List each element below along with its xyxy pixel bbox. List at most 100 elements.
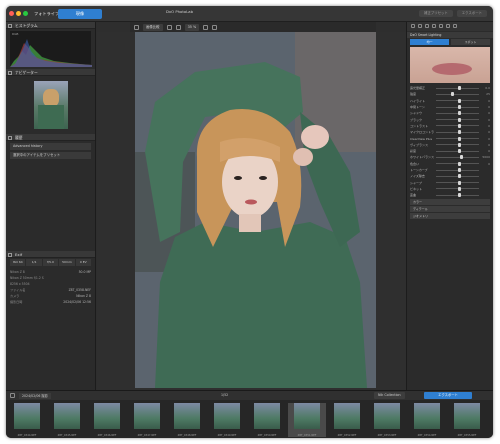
adjustment-slider[interactable] <box>436 142 479 147</box>
section-geometry[interactable]: ジオメトリ <box>410 213 490 220</box>
adjustment-slider[interactable] <box>436 186 479 191</box>
image-count: 1/52 <box>221 392 229 397</box>
history-header[interactable]: 履歴 <box>6 134 95 141</box>
folder-icon[interactable] <box>10 393 15 398</box>
detail-icon[interactable] <box>425 24 429 28</box>
thumbnail-strip: Z8T_0344.NEF Z8T_0345.NEF Z8T_0346.NEF Z8T_… <box>6 400 493 437</box>
adjustment-slider[interactable] <box>436 149 479 154</box>
crop-icon[interactable] <box>166 24 172 30</box>
slider-knob[interactable] <box>457 86 461 91</box>
exif-ev: 0 EV <box>75 259 92 266</box>
adjustment-slider[interactable] <box>436 105 479 110</box>
exif-header[interactable]: Exif <box>6 251 95 258</box>
geometry-icon[interactable] <box>432 24 436 28</box>
histogram-header[interactable]: ヒストグラム <box>6 22 95 29</box>
slider-knob[interactable] <box>457 105 461 110</box>
adjustment-slider[interactable] <box>436 136 479 141</box>
zoom-select[interactable]: 35 % <box>184 23 200 31</box>
slider-knob[interactable] <box>457 180 461 185</box>
filmstrip-thumbnail[interactable]: Z8T_0351.NEF <box>288 403 326 437</box>
thumbnail-image <box>374 403 400 429</box>
adjustment-slider[interactable] <box>436 117 479 122</box>
adjustment-slider[interactable] <box>436 92 479 97</box>
adjustment-slider[interactable] <box>436 86 479 91</box>
history-item[interactable]: Advanced history <box>10 143 91 150</box>
navigator-header[interactable]: ナビゲーター <box>6 69 95 76</box>
adjustment-slider[interactable] <box>436 98 479 103</box>
slider-knob[interactable] <box>457 168 461 172</box>
section-detail[interactable]: ディテール <box>410 206 490 213</box>
filmstrip-thumbnail[interactable]: Z8T_0350.NEF <box>248 403 286 437</box>
image-viewer[interactable] <box>97 32 406 390</box>
adjustment-label: ビネット <box>410 186 423 191</box>
adjustment-slider[interactable] <box>436 193 479 198</box>
minimize-button[interactable] <box>16 11 21 16</box>
slider-knob[interactable] <box>457 111 461 116</box>
adjustment-row[interactable]: 歪曲 <box>407 192 493 198</box>
mode-spot-button[interactable]: スポット <box>451 39 490 45</box>
slider-knob[interactable] <box>457 193 461 198</box>
slider-knob[interactable] <box>457 149 461 154</box>
slider-knob[interactable] <box>457 136 461 141</box>
slider-knob[interactable] <box>457 98 461 103</box>
close-button[interactable] <box>9 11 14 16</box>
filmstrip-thumbnail[interactable]: Z8T_0349.NEF <box>208 403 246 437</box>
thumbnail-image <box>414 403 440 429</box>
slider-knob[interactable] <box>457 186 461 191</box>
slider-knob[interactable] <box>457 161 461 166</box>
history-preset-button[interactable]: 選択中のアイテムをプリセット <box>10 152 91 159</box>
zoom-button[interactable] <box>23 11 28 16</box>
adjustment-label: トーンカーブ <box>410 168 428 172</box>
window-controls <box>9 11 28 16</box>
grid-icon[interactable] <box>134 24 139 30</box>
filmstrip-thumbnail[interactable]: Z8T_0346.NEF <box>88 403 126 437</box>
local-adjust-icon[interactable] <box>439 24 443 28</box>
thumbnail-filename: Z8T_0353.NEF <box>377 434 397 437</box>
navigator-title: ナビゲーター <box>15 70 38 75</box>
adjustment-slider[interactable] <box>436 180 479 185</box>
main-photo[interactable] <box>135 32 376 388</box>
slider-knob[interactable] <box>457 130 461 135</box>
adjustment-slider[interactable] <box>436 168 479 172</box>
navigator-thumbnail[interactable] <box>33 81 68 129</box>
folder-path[interactable]: 2024/02/06 撮影 <box>19 392 51 399</box>
slider-knob[interactable] <box>457 117 461 122</box>
smart-lighting-header[interactable]: DxO Smart Lighting <box>407 32 493 38</box>
adjustment-slider[interactable] <box>436 130 479 135</box>
filmstrip-thumbnail[interactable]: Z8T_0353.NEF <box>368 403 406 437</box>
section-color[interactable]: カラー <box>410 199 490 206</box>
filmstrip-thumbnail[interactable]: Z8T_0352.NEF <box>328 403 366 437</box>
repair-icon[interactable] <box>175 24 181 30</box>
light-icon[interactable] <box>411 24 415 28</box>
color-icon[interactable] <box>418 24 422 28</box>
filmstrip-thumbnail[interactable]: Z8T_0345.NEF <box>48 403 86 437</box>
slider-knob[interactable] <box>457 123 461 128</box>
mode-uniform-button[interactable]: 均一 <box>410 39 449 45</box>
adjustment-slider[interactable] <box>436 161 479 166</box>
filmstrip-thumbnail[interactable]: Z8T_0347.NEF <box>128 403 166 437</box>
export-button[interactable]: エクスポート <box>424 392 472 399</box>
filmstrip-thumbnail[interactable]: Z8T_0344.NEF <box>8 403 46 437</box>
preset-button[interactable]: 補正プリセット <box>419 10 453 17</box>
search-icon[interactable] <box>453 24 457 28</box>
compare-button[interactable]: 画像比較 <box>143 23 163 31</box>
effects-icon[interactable] <box>446 24 450 28</box>
adjustment-slider[interactable] <box>436 123 479 128</box>
title-bar: フォトライブラリ 現像 DxO PhotoLab 補正プリセット エクスポート <box>6 6 493 22</box>
adjustment-slider[interactable] <box>436 174 479 179</box>
export-top-button[interactable]: エクスポート <box>456 10 487 17</box>
filmstrip-thumbnail[interactable]: Z8T_0348.NEF <box>168 403 206 437</box>
filmstrip-thumbnail[interactable]: Z8T_0354.NEF <box>408 403 446 437</box>
rotate-icon[interactable] <box>203 24 209 30</box>
tab-develop[interactable]: 現像 <box>58 9 102 19</box>
filmstrip-thumbnail[interactable]: Z8T_0355.NEF <box>448 403 486 437</box>
slider-knob[interactable] <box>457 142 461 147</box>
mask-icon[interactable] <box>212 24 218 30</box>
slider-knob[interactable] <box>457 174 461 179</box>
nik-collection-button[interactable]: Nik Collection <box>374 392 405 399</box>
adjustment-slider[interactable] <box>436 155 479 160</box>
adjustment-value: 0 <box>488 136 490 141</box>
slider-knob[interactable] <box>459 155 463 160</box>
slider-knob[interactable] <box>451 92 455 97</box>
adjustment-slider[interactable] <box>436 111 479 116</box>
